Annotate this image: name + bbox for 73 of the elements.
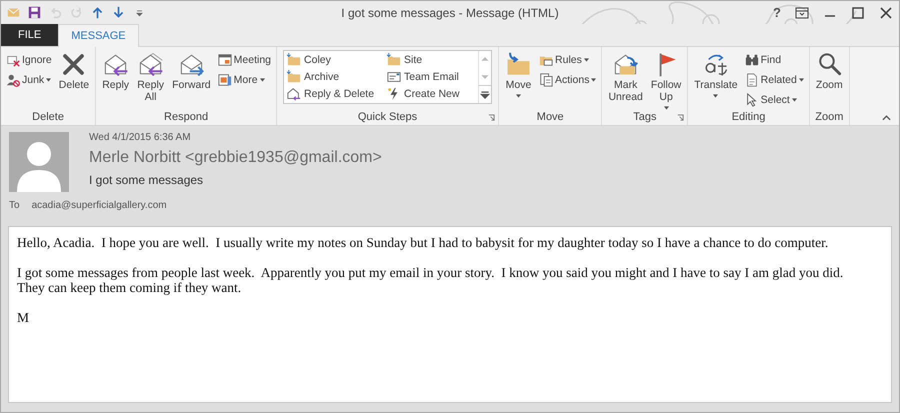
binoculars-icon [744,52,759,66]
to-label: To [9,200,20,211]
caret-icon [798,78,804,82]
save-icon[interactable] [28,6,41,19]
message-date: Wed 4/1/2015 6:36 AM [89,132,191,143]
quick-step[interactable]: Coley [284,51,384,68]
caret-icon [713,94,718,98]
paragraph: Hello, Acadia. I hope you are well. I usually write my notes on Sunday but I had to babysit for my daughter today so I have a chance to do computer. [17,235,830,250]
caret-icon [46,78,52,82]
envelope-icon [387,70,402,84]
ribbon-button[interactable]: More [216,70,274,89]
cursor-icon [744,92,759,106]
ribbon-button[interactable]: Zoom [812,50,846,92]
file-tab[interactable]: FILE [1,24,58,46]
sender-name: Merle Norbitt <grebbie1935@gmail.com> [89,149,382,167]
ribbon-button[interactable]: Ignore [4,50,54,69]
calendar-icon [218,52,232,66]
avatar-icon [9,132,69,192]
ribbon-button[interactable]: Move [502,50,536,99]
document-icon [539,72,554,86]
ribbon-button[interactable]: Related [742,70,806,89]
ribbon-button[interactable]: Reply All [134,50,168,104]
ribbon-button[interactable]: Delete [56,50,92,92]
ribbon-button[interactable]: Follow Up [648,50,684,111]
ribbon-button[interactable]: Translate [691,50,741,99]
group-label: Tags [633,111,656,123]
arrow-up-icon[interactable] [91,6,104,19]
folder-icon [387,52,402,66]
person-block-icon [6,72,20,86]
group-label: Delete [32,111,64,123]
caret-icon [792,98,797,102]
document-icon [744,72,759,86]
caret-icon [591,78,596,82]
caret-icon [584,58,589,62]
ribbon-display-icon[interactable] [795,6,809,18]
quick-step[interactable]: Team Email [384,68,478,85]
group-label: Move [536,111,564,123]
close-icon[interactable] [879,6,893,18]
group-label: Quick Steps [358,111,418,123]
caret-icon [260,78,265,82]
message-subject: I got some messages [89,173,204,187]
caret-icon [664,106,669,110]
ribbon-tab[interactable]: MESSAGE [58,24,139,47]
ribbon-button[interactable]: Mark Unread [605,50,646,104]
quick-step[interactable]: Site [384,51,478,68]
group-label: Respond [164,111,208,123]
ribbon-button[interactable]: Forward [169,50,214,92]
quick-step[interactable]: Reply & Delete [284,85,384,102]
arrow-down-icon[interactable] [112,6,125,19]
group-label: Zoom [815,111,844,123]
folder-icon [287,70,302,84]
folder-icon [287,52,302,66]
quick-step[interactable]: Create New [384,85,478,102]
recipient: acadia@superficialgallery.com [32,200,167,211]
window-title: I got some messages - Message (HTML) [341,6,559,20]
ribbon-button[interactable]: Select [742,90,806,109]
ribbon-button[interactable]: Meeting [216,50,274,69]
ribbon-button[interactable]: Reply [99,50,132,92]
paragraph: I got some messages from people last week. Apparently you put my email in your story. I know you said you might and I have to say I am glad you did. They can keep them coming if they want. [17,265,844,295]
collapse-icon[interactable] [882,115,891,121]
window-icon [218,72,232,86]
caret-icon [516,94,522,98]
help-button[interactable]: ? [773,5,781,20]
ribbon-button[interactable]: Junk [4,70,54,89]
dialog-launcher-icon[interactable] [488,114,496,120]
quick-step[interactable]: Archive [284,68,384,85]
ribbon-button[interactable]: Find [742,50,806,69]
paragraph: M [17,310,30,325]
ribbon-button[interactable]: Rules [537,50,598,69]
dialog-launcher-icon[interactable] [677,114,684,120]
ribbon-button[interactable]: Actions [537,70,598,89]
group-label: Editing [732,111,766,123]
maximize-icon[interactable] [851,6,865,18]
